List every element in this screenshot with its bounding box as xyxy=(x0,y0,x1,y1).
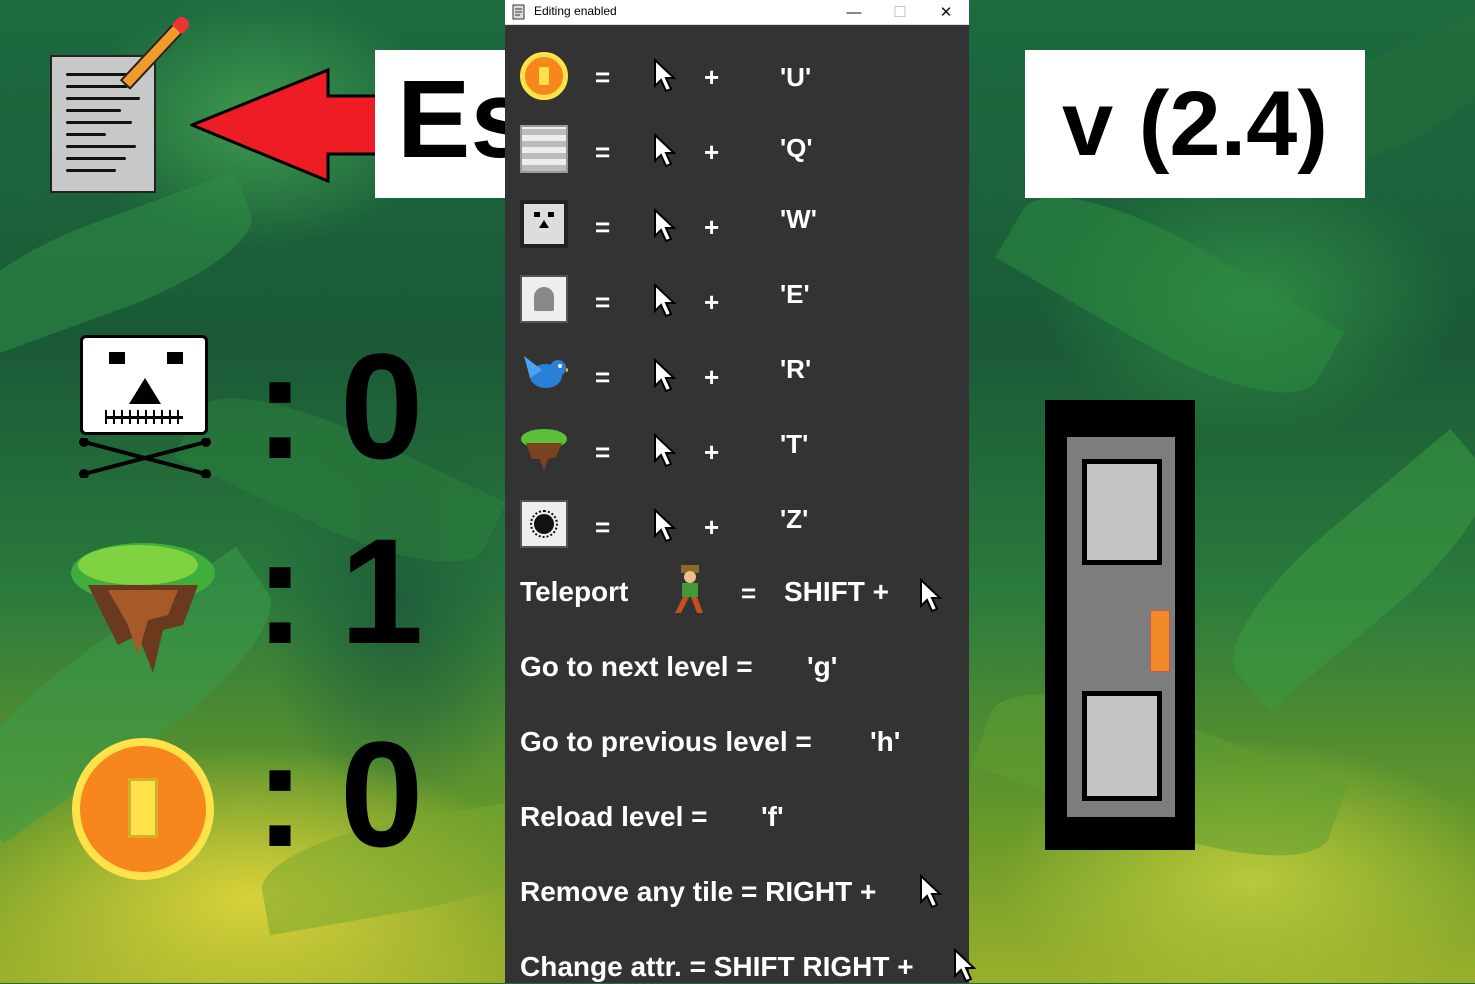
binding-row-skull: = + 'W' xyxy=(505,200,969,260)
equals-sign: = xyxy=(741,578,757,608)
mouse-cursor-icon xyxy=(654,508,677,543)
remove-tile-label: Remove any tile = RIGHT + xyxy=(520,876,877,907)
crossbones-icon xyxy=(79,438,211,478)
app-icon xyxy=(512,4,525,20)
change-attr-label: Change attr. = SHIFT RIGHT + xyxy=(520,951,914,982)
mouse-cursor-icon xyxy=(654,208,677,243)
equals-sign: = xyxy=(595,287,611,317)
mouse-cursor-icon xyxy=(654,58,677,93)
jungle-leaf xyxy=(995,162,1345,428)
door-handle xyxy=(1150,610,1170,672)
key-label: 'Z' xyxy=(780,504,809,534)
island-count: 1 xyxy=(340,507,424,675)
plus-sign: + xyxy=(704,437,720,467)
key-label: 'R' xyxy=(780,354,812,384)
island-icon xyxy=(71,543,215,673)
jungle-leaf xyxy=(1205,428,1475,712)
coin-tile-icon xyxy=(520,52,568,100)
bird-tile-icon xyxy=(524,356,568,388)
mouse-cursor-icon xyxy=(920,578,943,613)
mouse-cursor-icon xyxy=(654,283,677,318)
player-character-icon xyxy=(675,565,703,613)
binding-row-island: = + 'T' xyxy=(505,425,969,485)
mouse-cursor-icon xyxy=(920,874,943,909)
key-label: 'T' xyxy=(780,429,809,459)
teleport-combo: SHIFT + xyxy=(784,576,890,607)
reload-level-label: Reload level = xyxy=(520,801,708,832)
equals-sign: = xyxy=(595,437,611,467)
version-label: v (2.4) xyxy=(1062,72,1328,175)
equals-sign: = xyxy=(595,212,611,242)
stone-tile-icon xyxy=(520,125,568,173)
skull-icon xyxy=(80,335,208,435)
key-label: 'E' xyxy=(780,279,810,309)
plus-sign: + xyxy=(704,362,720,392)
mouse-cursor-icon xyxy=(654,433,677,468)
plus-sign: + xyxy=(704,212,720,242)
key-label: 'U' xyxy=(780,62,812,92)
mouse-cursor-icon xyxy=(954,948,977,983)
maximize-button[interactable]: ☐ xyxy=(877,0,923,24)
counter-colon: : xyxy=(255,322,305,490)
editing-dialog: Editing enabled — ☐ ✕ = + 'U' = + 'Q' = … xyxy=(505,0,977,983)
reload-level-key: 'f' xyxy=(761,801,784,832)
minimize-button[interactable]: — xyxy=(831,0,877,24)
island-tile-icon xyxy=(521,429,567,471)
coin-count: 0 xyxy=(340,710,424,878)
mouse-cursor-icon xyxy=(654,133,677,168)
previous-level-label: Go to previous level = xyxy=(520,726,812,757)
teleport-label: Teleport xyxy=(520,576,629,607)
mouse-cursor-icon xyxy=(654,358,677,393)
plus-sign: + xyxy=(704,287,720,317)
dialog-titlebar[interactable]: Editing enabled — ☐ ✕ xyxy=(505,0,969,25)
next-level-label: Go to next level = xyxy=(520,651,753,682)
key-label: 'W' xyxy=(780,204,817,234)
binding-row-ghost: = + 'E' xyxy=(505,275,969,335)
equals-sign: = xyxy=(595,137,611,167)
skull-tile-icon xyxy=(520,200,568,248)
plus-sign: + xyxy=(704,62,720,92)
esc-label: Esc xyxy=(397,58,515,181)
counter-colon: : xyxy=(255,710,305,878)
coin-icon xyxy=(72,738,214,880)
plus-sign: + xyxy=(704,137,720,167)
spikeball-tile-icon xyxy=(520,500,568,548)
binding-row-spikeball: = + 'Z' xyxy=(505,500,969,560)
jungle-leaf xyxy=(0,171,267,359)
equals-sign: = xyxy=(595,62,611,92)
esc-sign: Esc xyxy=(375,50,515,198)
dialog-title: Editing enabled xyxy=(534,4,617,18)
binding-row-coin: = + 'U' xyxy=(505,50,969,110)
binding-row-bird: = + 'R' xyxy=(505,350,969,410)
death-count: 0 xyxy=(340,322,424,490)
ghost-tile-icon xyxy=(520,275,568,323)
equals-sign: = xyxy=(595,512,611,542)
counter-colon: : xyxy=(255,507,305,675)
equals-sign: = xyxy=(595,362,611,392)
previous-level-key: 'h' xyxy=(870,726,901,757)
version-sign: v (2.4) xyxy=(1025,50,1365,198)
binding-row-stone: = + 'Q' xyxy=(505,125,969,185)
plus-sign: + xyxy=(704,512,720,542)
next-level-key: 'g' xyxy=(807,651,838,682)
key-label: 'Q' xyxy=(780,133,813,163)
close-button[interactable]: ✕ xyxy=(923,0,969,24)
